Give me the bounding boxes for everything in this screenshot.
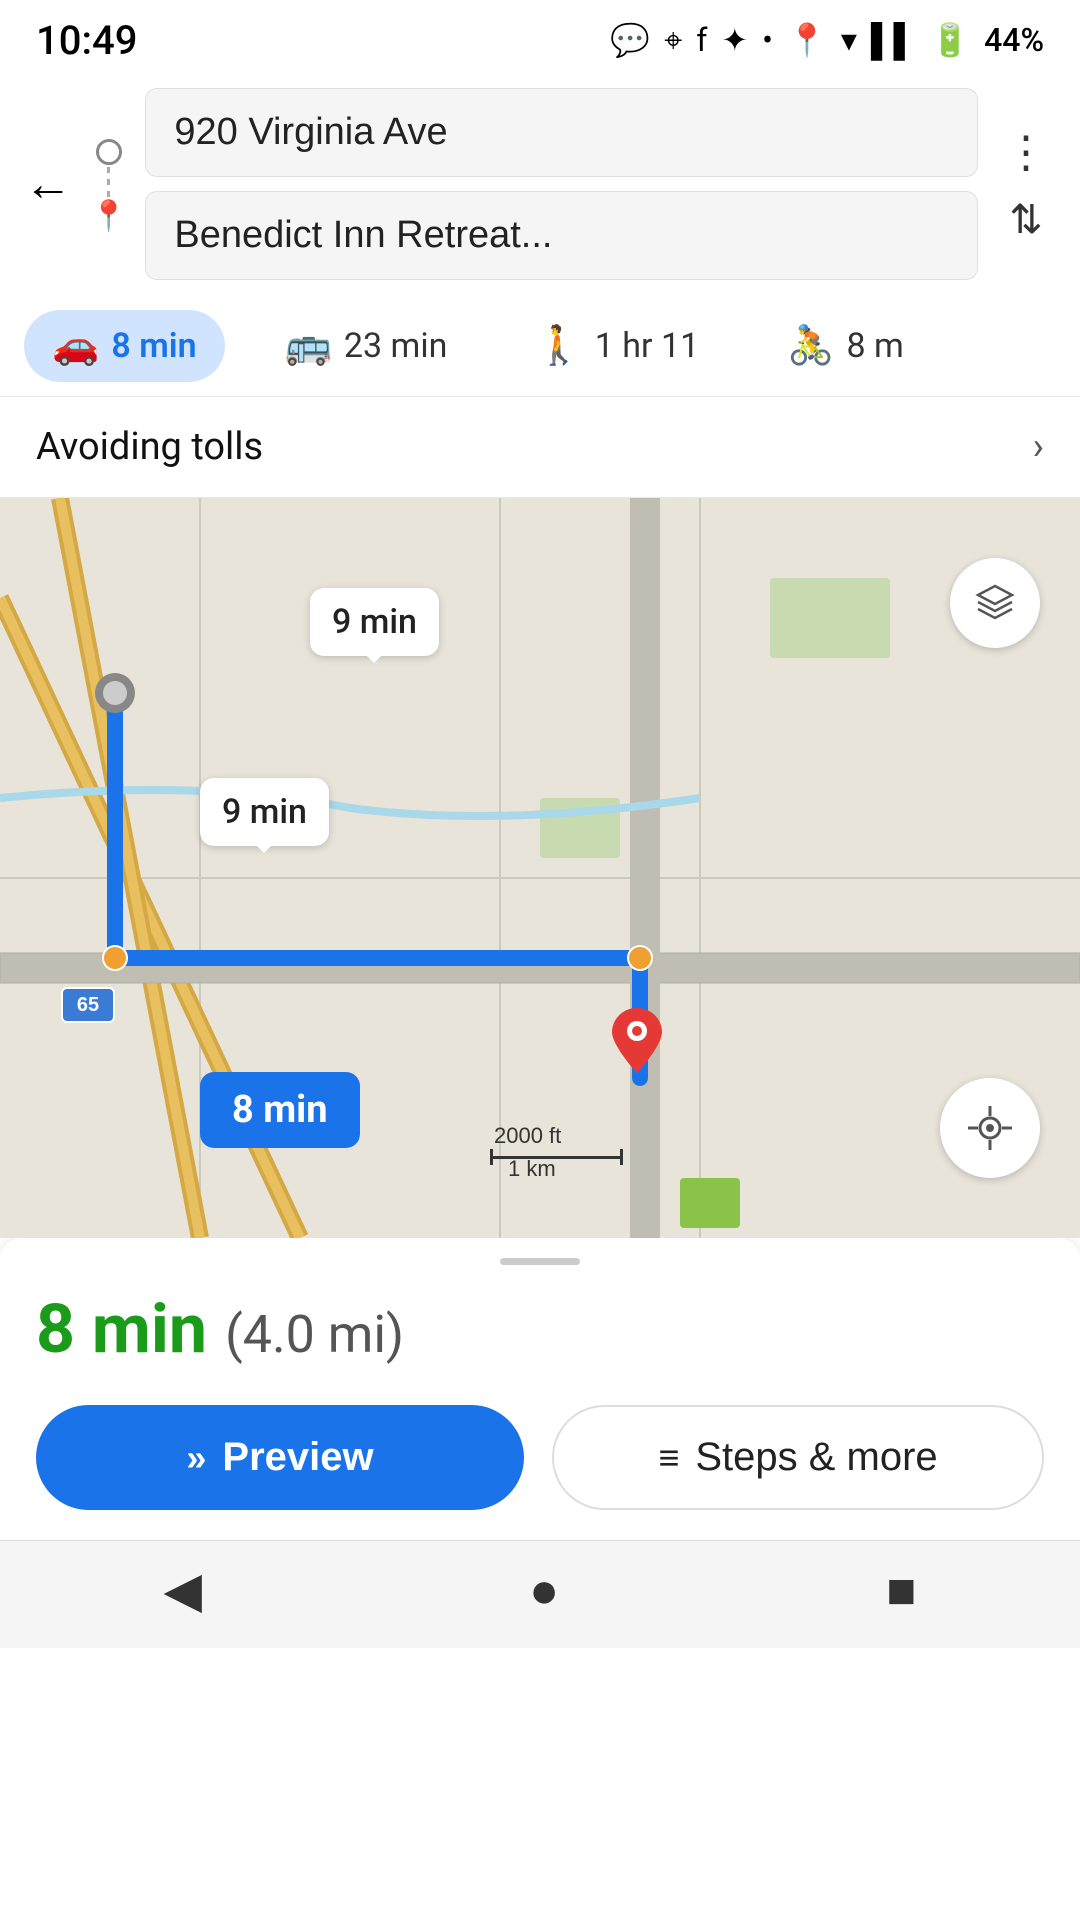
svg-text:1 km: 1 km <box>508 1156 556 1181</box>
wifi-icon: ▾ <box>841 21 857 59</box>
transit-time: 23 min <box>344 326 448 366</box>
status-icons: 💬 ⌖ f ✦ • 📍 ▾ ▌▌ 🔋 44% <box>610 21 1044 60</box>
transit-icon: 🚌 <box>285 324 332 368</box>
bottom-panel: 8 min (4.0 mi) » Preview ≡ Steps & more <box>0 1238 1080 1540</box>
nav-bar: ◀ ● ■ <box>0 1540 1080 1648</box>
back-button[interactable]: ← <box>24 160 72 208</box>
map-area[interactable]: 65 2000 ft 1 km 9 min 9 min 8 min <box>0 498 1080 1238</box>
tab-bike[interactable]: 🚴 8 m <box>759 310 932 382</box>
preview-icon: » <box>186 1437 206 1479</box>
chat-icon: 💬 <box>610 21 650 59</box>
route-header: ← 📍 ⋮ ⇅ <box>0 72 1080 280</box>
preview-button[interactable]: » Preview <box>36 1405 524 1510</box>
route-label-9min-top: 9 min <box>310 588 439 656</box>
svg-text:65: 65 <box>77 994 99 1016</box>
origin-dot <box>96 139 122 165</box>
facebook-icon: f <box>696 21 707 59</box>
route-dots-indicator: 📍 <box>90 135 127 234</box>
chevron-right-icon: › <box>1033 425 1044 469</box>
steps-label: Steps & more <box>695 1435 937 1480</box>
notification-icon: ⌖ <box>664 21 682 60</box>
battery-icon: 🔋 <box>930 21 970 59</box>
drive-icon: 🚗 <box>52 324 99 368</box>
map-svg: 65 2000 ft 1 km <box>0 498 1080 1238</box>
avoiding-tolls-label: Avoiding tolls <box>36 425 263 469</box>
destination-pin-icon: 📍 <box>90 199 127 234</box>
locate-button[interactable] <box>940 1078 1040 1178</box>
drive-time: 8 min <box>111 326 196 366</box>
route-distance: (4.0 mi) <box>225 1304 404 1365</box>
preview-label: Preview <box>222 1435 373 1480</box>
location-icon: 📍 <box>787 21 827 59</box>
svg-text:2000 ft: 2000 ft <box>494 1123 561 1148</box>
tab-transit[interactable]: 🚌 23 min <box>257 310 476 382</box>
swap-button[interactable]: ⇅ <box>1009 196 1043 243</box>
status-time: 10:49 <box>36 17 137 64</box>
avoiding-tolls-row[interactable]: Avoiding tolls › <box>0 397 1080 498</box>
steps-button[interactable]: ≡ Steps & more <box>552 1405 1044 1510</box>
dot-icon: • <box>762 21 773 59</box>
star-icon: ✦ <box>721 21 748 59</box>
nav-home-button[interactable]: ● <box>529 1561 559 1620</box>
bike-icon: 🚴 <box>787 324 834 368</box>
origin-input[interactable] <box>145 88 978 177</box>
route-label-9min-mid: 9 min <box>200 778 329 846</box>
locate-icon <box>964 1102 1016 1154</box>
battery-percent: 44% <box>984 21 1044 59</box>
route-line <box>107 167 110 197</box>
route-label-8min: 8 min <box>200 1072 360 1148</box>
tab-drive[interactable]: 🚗 8 min <box>24 310 225 382</box>
status-bar: 10:49 💬 ⌖ f ✦ • 📍 ▾ ▌▌ 🔋 44% <box>0 0 1080 72</box>
destination-input[interactable] <box>145 191 978 280</box>
steps-icon: ≡ <box>658 1437 679 1479</box>
route-time: 8 min <box>36 1289 207 1369</box>
bike-time: 8 m <box>847 326 904 366</box>
route-inputs <box>145 88 978 280</box>
map-layers-button[interactable] <box>950 558 1040 648</box>
tab-walk[interactable]: 🚶 1 hr 11 <box>507 310 727 382</box>
walk-time: 1 hr 11 <box>595 326 699 366</box>
more-menu-button[interactable]: ⋮ <box>996 126 1056 178</box>
signal-icon: ▌▌ <box>871 21 916 59</box>
nav-back-button[interactable]: ◀ <box>164 1561 202 1620</box>
nav-recent-button[interactable]: ■ <box>886 1561 916 1620</box>
route-row: ← 📍 ⋮ ⇅ <box>24 88 1056 280</box>
drag-handle <box>500 1258 580 1265</box>
walk-icon: 🚶 <box>535 324 582 368</box>
transport-tabs: 🚗 8 min 🚌 23 min 🚶 1 hr 11 🚴 8 m <box>0 296 1080 397</box>
action-buttons: » Preview ≡ Steps & more <box>36 1405 1044 1510</box>
route-summary: 8 min (4.0 mi) <box>36 1289 1044 1369</box>
layers-icon <box>972 580 1018 626</box>
